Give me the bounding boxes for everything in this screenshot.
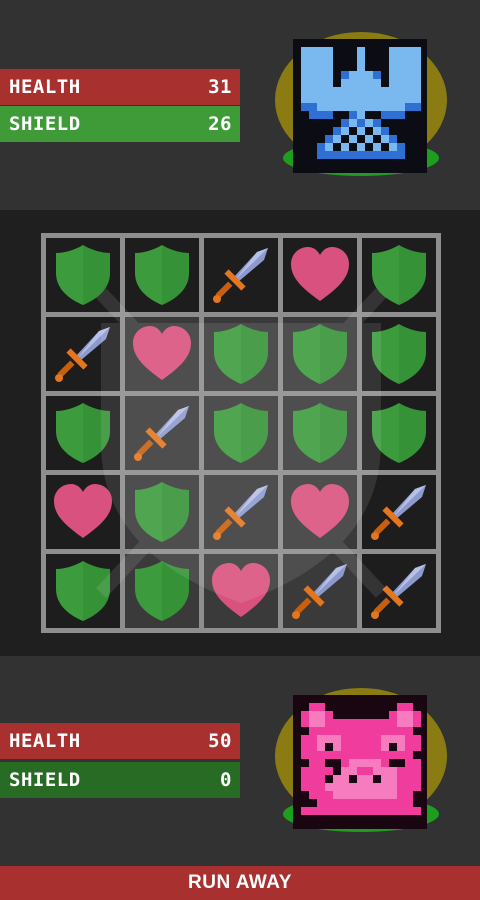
tile-sword[interactable] xyxy=(204,238,278,312)
shield-icon xyxy=(372,324,426,384)
pink-pig-icon xyxy=(293,695,427,829)
run-away-button[interactable]: RUN AWAY xyxy=(0,866,480,900)
shield-icon xyxy=(56,245,110,305)
shield-icon xyxy=(214,324,268,384)
enemy-portrait xyxy=(275,25,447,185)
shield-icon xyxy=(293,324,347,384)
enemy-panel: HEALTH 31 SHIELD 26 xyxy=(0,0,480,210)
shield-icon xyxy=(56,561,110,621)
enemy-health-value: 31 xyxy=(208,76,232,98)
blue-knight-helmet-icon xyxy=(293,39,427,173)
enemy-shield-label: SHIELD xyxy=(9,113,81,135)
shield-icon xyxy=(135,245,189,305)
sword-icon xyxy=(134,406,189,461)
player-shield-value: 0 xyxy=(220,769,232,791)
heart-icon xyxy=(212,563,270,617)
player-health-label: HEALTH xyxy=(9,730,81,752)
tile-shield[interactable] xyxy=(204,396,278,470)
tile-shield[interactable] xyxy=(46,554,120,628)
sword-icon xyxy=(55,327,110,382)
tile-shield[interactable] xyxy=(46,396,120,470)
tile-heart[interactable] xyxy=(125,317,199,391)
shield-icon xyxy=(214,403,268,463)
shield-icon xyxy=(372,403,426,463)
tile-shield[interactable] xyxy=(283,317,357,391)
shield-icon xyxy=(372,245,426,305)
sword-icon xyxy=(213,248,268,303)
tile-shield[interactable] xyxy=(204,317,278,391)
tile-heart[interactable] xyxy=(46,475,120,549)
tile-shield[interactable] xyxy=(362,396,436,470)
board-area xyxy=(0,210,480,656)
player-portrait xyxy=(275,681,447,841)
tile-sword[interactable] xyxy=(204,475,278,549)
tile-heart[interactable] xyxy=(283,475,357,549)
enemy-shield-bar: SHIELD 26 xyxy=(0,106,240,142)
tile-sword[interactable] xyxy=(362,475,436,549)
player-shield-label: SHIELD xyxy=(9,769,81,791)
sword-icon xyxy=(292,564,347,619)
sword-icon xyxy=(213,485,268,540)
enemy-shield-value: 26 xyxy=(208,113,232,135)
heart-icon xyxy=(291,484,349,538)
tile-heart[interactable] xyxy=(283,238,357,312)
player-health-value: 50 xyxy=(208,730,232,752)
enemy-health-label: HEALTH xyxy=(9,76,81,98)
shield-icon xyxy=(56,403,110,463)
enemy-health-bar: HEALTH 31 xyxy=(0,69,240,105)
tile-sword[interactable] xyxy=(125,396,199,470)
heart-icon xyxy=(54,484,112,538)
tile-shield[interactable] xyxy=(125,238,199,312)
player-shield-bar: SHIELD 0 xyxy=(0,762,240,798)
tile-sword[interactable] xyxy=(283,554,357,628)
tile-shield[interactable] xyxy=(283,396,357,470)
tile-shield[interactable] xyxy=(46,238,120,312)
tile-sword[interactable] xyxy=(46,317,120,391)
tile-shield[interactable] xyxy=(125,554,199,628)
tile-shield[interactable] xyxy=(125,475,199,549)
tile-shield[interactable] xyxy=(362,317,436,391)
game-board xyxy=(41,233,441,633)
player-panel: HEALTH 50 SHIELD 0 xyxy=(0,656,480,866)
heart-icon xyxy=(133,326,191,380)
shield-icon xyxy=(293,403,347,463)
player-health-bar: HEALTH 50 xyxy=(0,723,240,759)
tile-heart[interactable] xyxy=(204,554,278,628)
heart-icon xyxy=(291,247,349,301)
sword-icon xyxy=(371,564,426,619)
tile-sword[interactable] xyxy=(362,554,436,628)
shield-icon xyxy=(135,561,189,621)
sword-icon xyxy=(371,485,426,540)
shield-icon xyxy=(135,482,189,542)
tile-shield[interactable] xyxy=(362,238,436,312)
